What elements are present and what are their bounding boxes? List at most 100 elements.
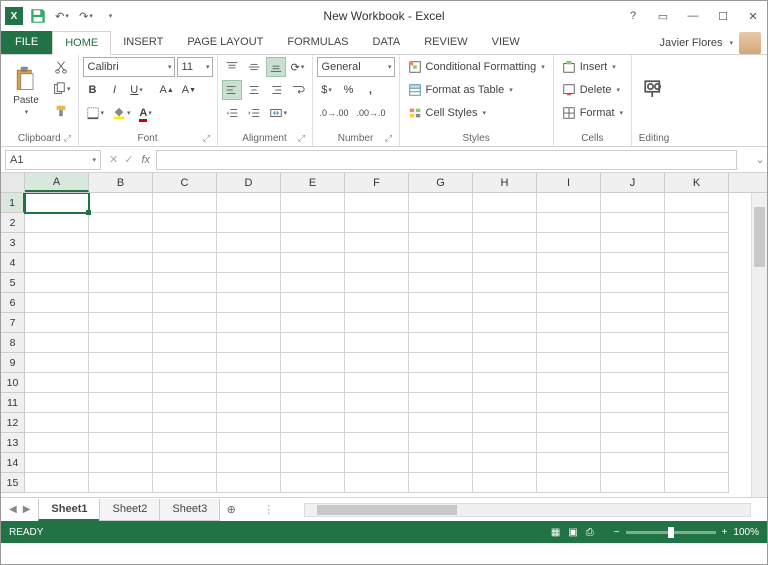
column-header[interactable]: J xyxy=(601,173,665,192)
insert-cells-button[interactable]: Insert▾ xyxy=(558,57,627,77)
cell[interactable] xyxy=(25,393,89,413)
cell[interactable] xyxy=(89,433,153,453)
cell[interactable] xyxy=(473,393,537,413)
sheet-tab[interactable]: Sheet2 xyxy=(99,499,160,521)
tab-formulas[interactable]: FORMULAS xyxy=(275,30,360,54)
number-format-combo[interactable]: General▾ xyxy=(317,57,395,77)
formula-input[interactable] xyxy=(156,150,737,170)
cell[interactable] xyxy=(601,393,665,413)
cell[interactable] xyxy=(153,413,217,433)
cell[interactable] xyxy=(409,193,473,213)
cell[interactable] xyxy=(537,413,601,433)
cell[interactable] xyxy=(345,273,409,293)
zoom-slider[interactable] xyxy=(626,531,716,534)
cell[interactable] xyxy=(473,453,537,473)
cell[interactable] xyxy=(281,233,345,253)
bold-button[interactable]: B xyxy=(83,80,103,100)
column-header[interactable]: B xyxy=(89,173,153,192)
sheet-nav-prev-icon[interactable]: ◀ xyxy=(9,504,17,515)
format-as-table-button[interactable]: Format as Table▾ xyxy=(404,80,549,100)
row-header[interactable]: 14 xyxy=(1,453,25,473)
normal-view-icon[interactable]: ▦ xyxy=(551,527,560,538)
cell[interactable] xyxy=(25,273,89,293)
cell[interactable] xyxy=(345,293,409,313)
cell[interactable] xyxy=(473,473,537,493)
cell[interactable] xyxy=(665,473,729,493)
cell[interactable] xyxy=(473,373,537,393)
cell[interactable] xyxy=(25,333,89,353)
ribbon-display-icon[interactable]: ▭ xyxy=(653,6,673,26)
cell[interactable] xyxy=(665,433,729,453)
cell[interactable] xyxy=(281,413,345,433)
column-header[interactable]: H xyxy=(473,173,537,192)
cell[interactable] xyxy=(345,213,409,233)
cell[interactable] xyxy=(281,293,345,313)
cell[interactable] xyxy=(665,233,729,253)
user-account[interactable]: Javier Flores▾ xyxy=(660,32,767,54)
cell[interactable] xyxy=(153,253,217,273)
cell[interactable] xyxy=(281,313,345,333)
cut-button[interactable] xyxy=(49,57,74,77)
cell[interactable] xyxy=(281,433,345,453)
align-middle-button[interactable] xyxy=(244,57,264,77)
cell[interactable] xyxy=(217,453,281,473)
cell[interactable] xyxy=(281,473,345,493)
wrap-text-button[interactable] xyxy=(288,80,308,100)
cell[interactable] xyxy=(473,293,537,313)
decrease-decimal-button[interactable]: .00→.0 xyxy=(354,103,389,123)
fill-color-button[interactable]: ▾ xyxy=(109,103,134,123)
cell[interactable] xyxy=(217,433,281,453)
cell[interactable] xyxy=(665,353,729,373)
cell[interactable] xyxy=(89,393,153,413)
enter-formula-icon[interactable]: ✓ xyxy=(124,153,133,166)
cell[interactable] xyxy=(89,213,153,233)
italic-button[interactable]: I xyxy=(105,80,125,100)
cell[interactable] xyxy=(89,233,153,253)
expand-formula-bar-icon[interactable]: ⌄ xyxy=(753,153,767,166)
cell[interactable] xyxy=(345,373,409,393)
column-header[interactable]: K xyxy=(665,173,729,192)
cell[interactable] xyxy=(345,433,409,453)
tab-home[interactable]: HOME xyxy=(52,31,111,55)
cell[interactable] xyxy=(409,313,473,333)
cell[interactable] xyxy=(281,353,345,373)
cell[interactable] xyxy=(665,293,729,313)
cell[interactable] xyxy=(25,233,89,253)
column-header[interactable]: E xyxy=(281,173,345,192)
cell[interactable] xyxy=(409,413,473,433)
row-header[interactable]: 4 xyxy=(1,253,25,273)
tab-insert[interactable]: INSERT xyxy=(111,30,175,54)
cell[interactable] xyxy=(601,313,665,333)
cell[interactable] xyxy=(281,333,345,353)
row-header[interactable]: 7 xyxy=(1,313,25,333)
cell[interactable] xyxy=(25,373,89,393)
cell[interactable] xyxy=(281,213,345,233)
cancel-formula-icon[interactable]: ✕ xyxy=(109,153,118,166)
cell[interactable] xyxy=(89,353,153,373)
cell[interactable] xyxy=(473,273,537,293)
sheet-tab[interactable]: Sheet1 xyxy=(38,499,100,521)
select-all-corner[interactable] xyxy=(1,173,25,192)
cell[interactable] xyxy=(665,213,729,233)
increase-font-button[interactable]: A▲ xyxy=(157,80,177,100)
cell[interactable] xyxy=(409,253,473,273)
cell[interactable] xyxy=(153,433,217,453)
cell[interactable] xyxy=(473,353,537,373)
name-box[interactable]: A1▾ xyxy=(5,150,101,170)
cell[interactable] xyxy=(409,433,473,453)
percent-format-button[interactable]: % xyxy=(339,80,359,100)
cell[interactable] xyxy=(217,373,281,393)
tab-file[interactable]: FILE xyxy=(1,30,52,54)
cell[interactable] xyxy=(25,253,89,273)
save-icon[interactable] xyxy=(29,7,47,25)
excel-app-icon[interactable]: X xyxy=(5,7,23,25)
row-header[interactable]: 15 xyxy=(1,473,25,493)
row-header[interactable]: 8 xyxy=(1,333,25,353)
minimize-icon[interactable]: ― xyxy=(683,6,703,26)
cell[interactable] xyxy=(665,313,729,333)
cell[interactable] xyxy=(537,373,601,393)
dialog-launcher-icon[interactable]: ⤢ xyxy=(296,133,308,145)
tab-review[interactable]: REVIEW xyxy=(412,30,479,54)
find-select-button[interactable] xyxy=(636,57,672,123)
decrease-font-button[interactable]: A▼ xyxy=(179,80,199,100)
